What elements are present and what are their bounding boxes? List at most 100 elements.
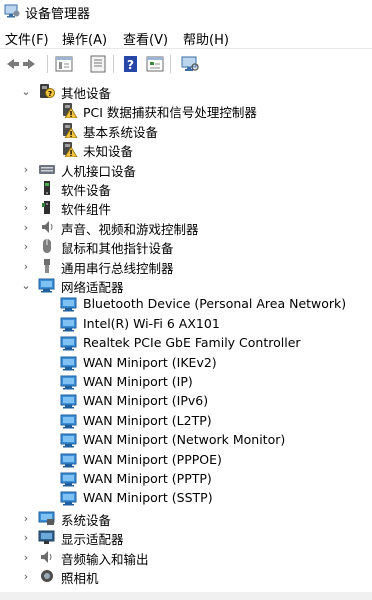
software-component-icon [42,201,50,215]
tree-category[interactable]: › 通用串行总线控制器 [0,257,372,276]
toolbar: ? [0,48,372,79]
window-title: 设备管理器 [25,7,91,22]
svg-text:?: ? [127,58,134,72]
system-device-icon [38,511,55,525]
tree-category[interactable]: › 系统设备 [0,509,372,528]
tree-item-label: 软件组件 [61,202,112,218]
camera-icon [41,570,53,582]
tree-item-label: 通用串行总线控制器 [61,260,174,276]
network-adapter-icon [60,336,77,351]
expand-arrow-icon[interactable]: › [20,548,32,567]
sound-icon [42,220,53,233]
tree-item-label: 系统设备 [61,512,112,528]
expand-arrow-icon[interactable]: › [20,218,32,237]
expand-arrow-icon[interactable]: › [20,257,32,276]
tree-item-label: 网络适配器 [61,280,124,295]
expand-arrow-icon[interactable]: › [20,160,32,179]
tree-category[interactable]: ⌄ 网络适配器 [0,276,372,295]
hid-icon [39,164,55,174]
network-adapter-icon [60,375,77,390]
tree-category[interactable]: › 照相机 [0,567,372,586]
tree-category[interactable]: › 鼠标和其他指针设备 [0,237,372,256]
menu-action[interactable]: 操作(A) [62,29,107,48]
tree-item-label: 其他设备 [61,86,112,101]
mouse-icon [43,239,51,254]
warning-device-icon [63,122,78,138]
properties-icon[interactable] [54,55,74,73]
expand-arrow-icon[interactable]: › [20,567,32,586]
tree-category[interactable]: ⌄? 其他设备 [0,82,372,101]
tree-item-label: PCI 数据捕获和信号处理控制器 [83,105,257,121]
expand-arrow-icon[interactable]: › [20,237,32,256]
tree-item-label: WAN Miniport (IKEv2) [83,354,217,370]
software-device-icon [44,181,50,195]
tree-item-label: WAN Miniport (PPPOE) [83,451,222,467]
tree-item-label: 音频输入和输出 [61,551,149,567]
tree-device[interactable]: WAN Miniport (PPTP) [0,470,372,489]
tree-device[interactable]: WAN Miniport (L2TP) [0,412,372,431]
collapse-arrow-icon[interactable]: ⌄ [20,276,32,295]
back-icon[interactable] [0,55,20,73]
tree-category[interactable]: › 人机接口设备 [0,160,372,179]
update-driver-icon[interactable] [88,55,108,73]
display-adapter-icon [38,530,55,545]
warning-device-icon [63,142,78,158]
collapse-arrow-icon[interactable]: ⌄ [20,82,32,101]
tree-item-label: WAN Miniport (Network Monitor) [83,432,286,448]
horizontal-scrollbar[interactable] [0,592,372,600]
tree-category[interactable]: › 显示适配器 [0,528,372,547]
tree-device[interactable]: WAN Miniport (IP) [0,373,372,392]
tree-category[interactable]: › 声音、视频和游戏控制器 [0,218,372,237]
tree-item-label: WAN Miniport (IPv6) [83,393,209,409]
tree-item-label: 照相机 [61,571,99,586]
warning-device-icon [63,103,78,119]
tree-item-label: 未知设备 [83,144,134,160]
toolbar-separator [113,55,114,73]
title-bar: 设备管理器 [0,0,372,24]
tree-device[interactable]: PCI 数据捕获和信号处理控制器 [0,101,372,120]
tree-device[interactable]: Realtek PCIe GbE Family Controller [0,334,372,353]
audio-io-icon [41,550,52,563]
tree-device[interactable]: Intel(R) Wi-Fi 6 AX101 [0,315,372,334]
tree-device[interactable]: WAN Miniport (Network Monitor) [0,431,372,450]
tree-device[interactable]: WAN Miniport (PPPOE) [0,451,372,470]
other-devices-icon: ? [40,84,55,98]
tree-device[interactable]: Bluetooth Device (Personal Area Network) [0,295,372,314]
tree-device[interactable]: 未知设备 [0,140,372,159]
usb-icon [44,258,50,273]
tree-item-label: Realtek PCIe GbE Family Controller [83,335,301,351]
device-tree: ⌄? 其他设备 PCI 数据捕获和信号处理控制器 基本系统设备 未知设备 › 人机接口设备 ›… [0,82,372,600]
tree-device[interactable]: WAN Miniport (IPv6) [0,392,372,411]
scan-icon[interactable] [180,55,200,73]
tree-item-label: 声音、视频和游戏控制器 [61,221,199,237]
expand-arrow-icon[interactable]: › [20,198,32,217]
tree-item-label: 鼠标和其他指针设备 [61,241,174,257]
tree-item-label: 软件设备 [61,183,112,198]
tree-item-label: 显示适配器 [61,532,124,548]
tree-item-label: 基本系统设备 [83,124,159,140]
tree-item-label: WAN Miniport (PPTP) [83,471,212,486]
menu-file[interactable]: 文件(F) [5,29,49,48]
tree-device[interactable]: WAN Miniport (IKEv2) [0,354,372,373]
menu-bar: 文件(F) 操作(A) 查看(V) 帮助(H) [0,26,372,48]
tree-category[interactable]: › 音频输入和输出 [0,548,372,567]
tree-category[interactable]: › 软件设备 [0,179,372,198]
expand-arrow-icon[interactable]: › [20,509,32,528]
view-icon[interactable] [145,55,165,73]
network-adapter-icon [60,297,77,312]
forward-icon[interactable] [22,55,42,73]
tree-device[interactable]: WAN Miniport (SSTP) [0,489,372,508]
tree-category[interactable]: › 软件组件 [0,198,372,217]
tree-item-label: WAN Miniport (IP) [83,374,193,389]
expand-arrow-icon[interactable]: › [20,179,32,198]
tree-device[interactable]: 基本系统设备 [0,121,372,140]
menu-view[interactable]: 查看(V) [123,29,168,48]
svg-text:?: ? [48,90,52,98]
menu-help[interactable]: 帮助(H) [183,29,229,48]
network-adapter-icon [38,278,55,293]
network-adapter-icon [60,414,77,429]
tree-item-label: 人机接口设备 [61,163,137,179]
tree-item-label: WAN Miniport (SSTP) [83,490,213,506]
help-icon[interactable]: ? [121,55,141,73]
expand-arrow-icon[interactable]: › [20,528,32,547]
